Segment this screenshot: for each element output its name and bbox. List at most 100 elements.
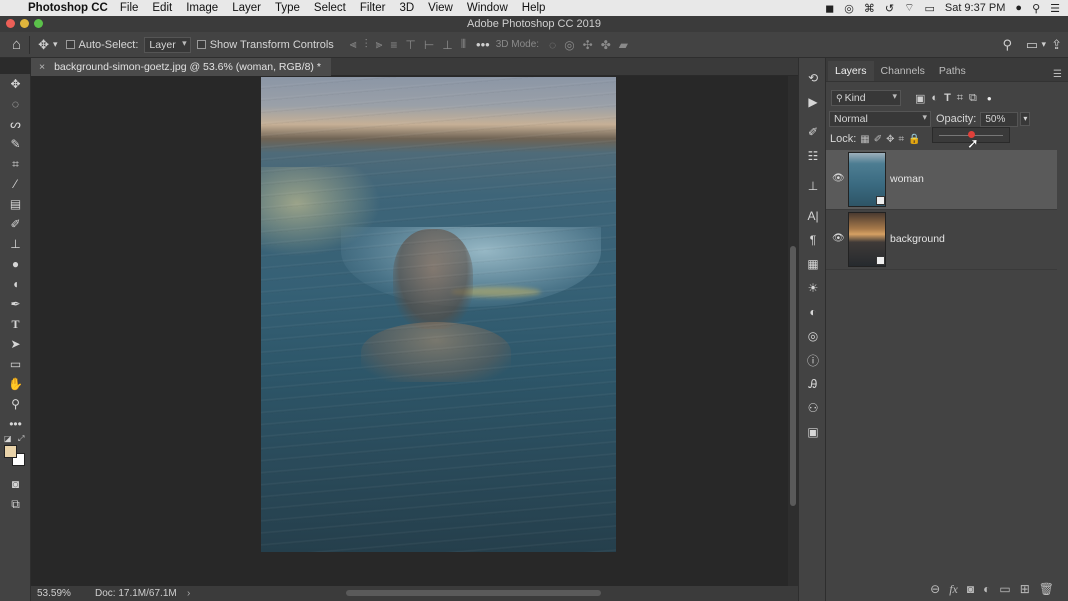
align-left-icon[interactable]: ⫷	[350, 37, 357, 52]
align-bottom-icon[interactable]: ⊥	[442, 38, 452, 52]
creative-cloud-icon[interactable]: ◎	[844, 2, 854, 15]
share-icon[interactable]: ⇪	[1051, 37, 1062, 53]
quick-mask-icon[interactable]: ◙	[0, 474, 31, 494]
crop-icon[interactable]: ⌗	[0, 154, 31, 174]
layer-name-background[interactable]: background	[890, 233, 945, 245]
zoom-icon[interactable]: ⚲	[0, 394, 31, 414]
layer-filter-dropdown[interactable]: ⚲ Kind	[831, 90, 901, 106]
3d-orbit-icon[interactable]: ◌	[549, 38, 556, 52]
distribute-icon[interactable]: ≡	[390, 38, 397, 52]
align-middle-icon[interactable]: ⊢	[424, 38, 434, 52]
menu-3d[interactable]: 3D	[399, 2, 414, 14]
libraries-icon[interactable]: ◎	[799, 324, 827, 348]
tab-channels[interactable]: Channels	[874, 61, 932, 81]
layer-row-woman[interactable]: 👁 woman	[826, 150, 1057, 210]
filter-adjustment-icon[interactable]: ◐	[931, 92, 938, 104]
3d-icon[interactable]: ⚇	[799, 396, 827, 420]
timeline-icon[interactable]: ▣	[799, 420, 827, 444]
screen-mode-icon[interactable]: ⧉	[0, 494, 31, 514]
healing-icon[interactable]: ▤	[0, 194, 31, 214]
pen-icon[interactable]: ✒	[0, 294, 31, 314]
properties-icon[interactable]: ☷	[799, 144, 827, 168]
close-window-button[interactable]	[6, 19, 15, 28]
history-icon[interactable]: ⟲	[799, 66, 827, 90]
3d-slide-icon[interactable]: ✤	[601, 38, 611, 52]
menu-image[interactable]: Image	[186, 2, 218, 14]
path-select-icon[interactable]: ➤	[0, 334, 31, 354]
vertical-scrollbar[interactable]	[788, 76, 798, 586]
learn-icon[interactable]: ☀	[799, 276, 827, 300]
user-icon[interactable]: ●	[1015, 2, 1022, 14]
lock-image-icon[interactable]: ✐	[874, 134, 882, 145]
lock-all-icon[interactable]: 🔒	[908, 134, 920, 145]
menu-help[interactable]: Help	[522, 2, 546, 14]
menu-layer[interactable]: Layer	[232, 2, 261, 14]
screen-record-icon[interactable]: ◼	[825, 2, 834, 15]
filter-shape-icon[interactable]: ⌗	[957, 92, 963, 105]
layer-row-background[interactable]: 👁 background	[826, 210, 1057, 270]
type-icon[interactable]: T	[0, 314, 31, 334]
adjustments-icon[interactable]: ◐	[799, 300, 827, 324]
smudge-icon[interactable]: ◖	[0, 274, 31, 294]
quick-select-icon[interactable]: ✎	[0, 134, 31, 154]
distribute-vertical-icon[interactable]: ⦀	[461, 37, 466, 52]
filter-smart-object-icon[interactable]: ⧉	[969, 92, 977, 105]
align-top-icon[interactable]: ⊤	[405, 38, 415, 52]
time-machine-icon[interactable]: ↺	[885, 2, 894, 15]
vertical-scroll-thumb[interactable]	[790, 246, 796, 506]
search-icon[interactable]: ⚲	[1002, 37, 1012, 53]
auto-select-checkbox[interactable]	[65, 40, 75, 49]
menu-type[interactable]: Type	[275, 2, 300, 14]
extension-icon[interactable]: ⌘	[864, 2, 875, 15]
swatches-icon[interactable]: ▦	[799, 252, 827, 276]
minimize-window-button[interactable]	[20, 19, 29, 28]
new-adjustment-icon[interactable]: ◐	[983, 582, 990, 596]
filter-type-icon[interactable]: T	[944, 92, 951, 104]
status-menu-arrow-icon[interactable]: ›	[187, 586, 190, 601]
foreground-color-swatch[interactable]	[4, 445, 17, 458]
move-icon[interactable]: ✥	[0, 74, 31, 94]
eyedropper-icon[interactable]: ⁄	[0, 174, 31, 194]
menu-file[interactable]: File	[120, 2, 139, 14]
marquee-icon[interactable]: ◌	[0, 94, 31, 114]
fx-icon[interactable]: fx	[949, 582, 958, 597]
3d-roll-icon[interactable]: ◎	[564, 38, 574, 52]
visibility-eye-icon[interactable]: 👁	[832, 233, 845, 244]
stamp-icon[interactable]: ⊥	[0, 234, 31, 254]
character-icon[interactable]: A|	[799, 204, 827, 228]
move-tool-icon[interactable]: ✥	[38, 37, 49, 53]
workspace-dropdown-icon[interactable]: ▾	[1041, 39, 1046, 50]
delete-layer-icon[interactable]: 🗑	[1039, 582, 1054, 596]
document-tab[interactable]: × background-simon-goetz.jpg @ 53.6% (wo…	[31, 58, 331, 76]
show-transform-checkbox[interactable]	[196, 40, 206, 49]
lock-transparent-icon[interactable]: ▦	[860, 134, 869, 145]
menu-window[interactable]: Window	[467, 2, 508, 14]
brush-icon[interactable]: ✐	[0, 214, 31, 234]
auto-select-target-dropdown[interactable]: Layer	[144, 36, 191, 53]
filter-toggle-icon[interactable]: ●	[987, 94, 992, 103]
more-tools-icon[interactable]: •••	[0, 414, 31, 434]
wifi-icon[interactable]: ⌔	[904, 1, 914, 15]
menu-edit[interactable]: Edit	[152, 2, 172, 14]
filter-pixel-icon[interactable]: ▣	[915, 92, 925, 105]
actions-play-icon[interactable]: ▶	[799, 90, 827, 114]
paragraph-icon[interactable]: ¶	[799, 228, 827, 252]
add-mask-icon[interactable]: ◙	[967, 582, 974, 596]
menu-filter[interactable]: Filter	[360, 2, 386, 14]
menu-app-name[interactable]: Photoshop CC	[28, 2, 108, 14]
align-right-icon[interactable]: ⫸	[376, 37, 383, 52]
hand-icon[interactable]: ✋	[0, 374, 31, 394]
opacity-dropdown-icon[interactable]: ▾	[1020, 112, 1031, 126]
lock-position-icon[interactable]: ✥	[886, 134, 894, 145]
3d-scale-icon[interactable]: ▰	[619, 38, 628, 52]
more-options-icon[interactable]: •••	[476, 37, 490, 52]
close-tab-icon[interactable]: ×	[39, 61, 45, 73]
new-layer-icon[interactable]: ⊞	[1020, 582, 1030, 596]
new-group-icon[interactable]: ▭	[999, 582, 1010, 596]
lock-artboard-icon[interactable]: ⌗	[899, 134, 905, 145]
tool-preset-dropdown-icon[interactable]: ▾	[53, 39, 58, 50]
swap-colors-icon[interactable]: ⤢	[18, 434, 24, 444]
layer-name-woman[interactable]: woman	[890, 173, 924, 185]
blur-icon[interactable]: ●	[0, 254, 31, 274]
notification-center-icon[interactable]: ☰	[1050, 2, 1060, 15]
